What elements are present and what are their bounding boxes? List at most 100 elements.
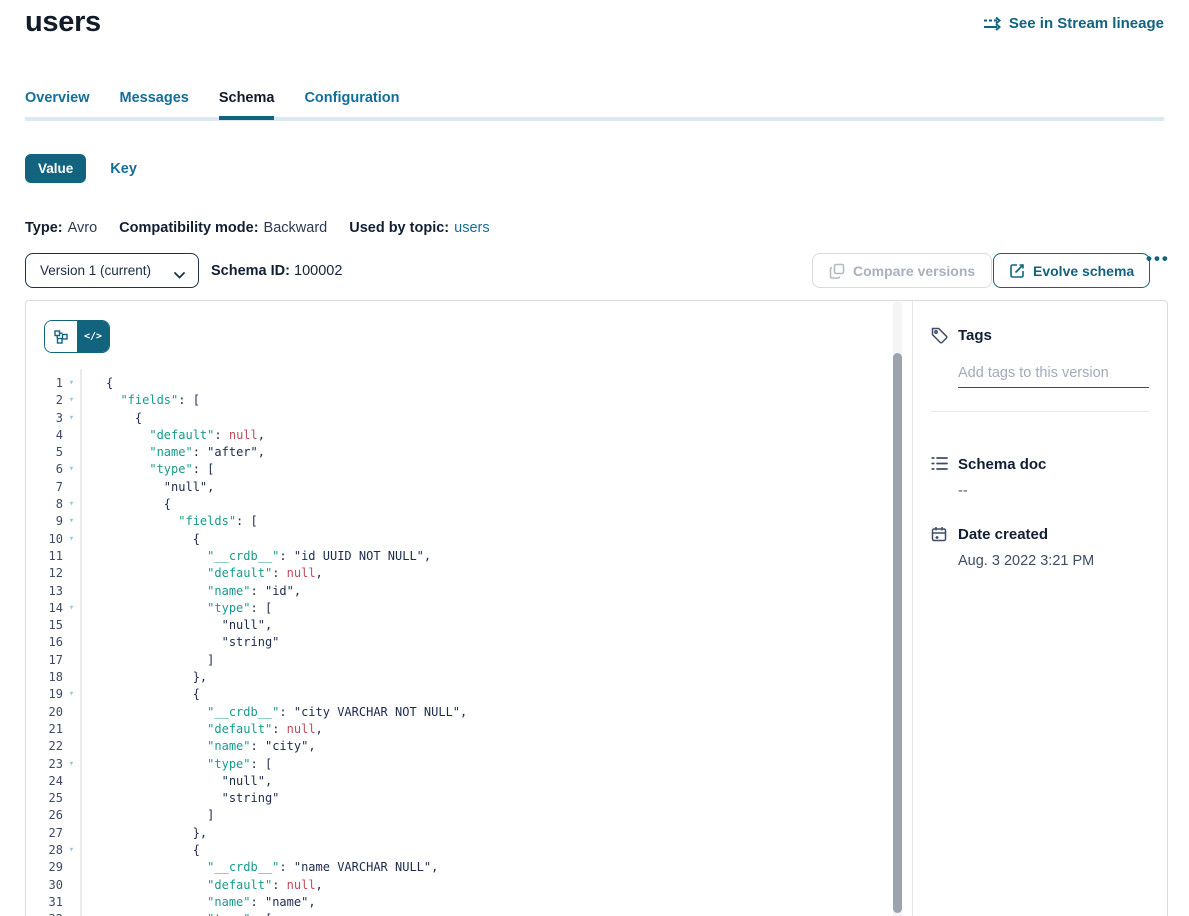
line-number: 31 [26, 894, 63, 911]
version-select[interactable]: Version 1 (current) [25, 253, 199, 288]
fold-spacer [63, 548, 80, 565]
code-text: { [80, 531, 200, 548]
editor-view-toggle: </> [44, 320, 110, 353]
more-actions-button[interactable]: ••• [1146, 249, 1170, 269]
type-value: Avro [68, 220, 98, 236]
fold-arrow-icon[interactable]: ▾ [63, 496, 80, 513]
code-line: 18 }, [26, 669, 912, 686]
fold-arrow-icon[interactable]: ▾ [63, 686, 80, 703]
chevron-down-icon [174, 267, 185, 274]
fold-spacer [63, 859, 80, 876]
code-text: ] [80, 807, 214, 824]
fold-spacer [63, 825, 80, 842]
code-text: "fields": [ [80, 392, 200, 409]
stream-lineage-icon [983, 16, 1002, 31]
code-line: 16 "string" [26, 634, 912, 651]
code-line: 15 "null", [26, 617, 912, 634]
line-number: 29 [26, 859, 63, 876]
code-text: "type": [ [80, 461, 214, 478]
code-text: "null", [80, 479, 214, 496]
tags-section-header: Tags [931, 327, 1149, 344]
gutter-separator [80, 369, 82, 916]
tab-schema[interactable]: Schema [219, 90, 275, 120]
fold-arrow-icon[interactable]: ▾ [63, 600, 80, 617]
key-tab-button[interactable]: Key [110, 161, 137, 177]
fold-spacer [63, 721, 80, 738]
fold-spacer [63, 669, 80, 686]
line-number: 11 [26, 548, 63, 565]
tab-configuration[interactable]: Configuration [304, 90, 399, 120]
tree-view-button[interactable] [45, 321, 77, 352]
line-number: 23 [26, 756, 63, 773]
schema-doc-value: -- [958, 483, 1149, 499]
line-number: 17 [26, 652, 63, 669]
fold-arrow-icon[interactable]: ▾ [63, 531, 80, 548]
code-line: 4 "default": null, [26, 427, 912, 444]
code-line: 11 "__crdb__": "id UUID NOT NULL", [26, 548, 912, 565]
scrollbar-thumb[interactable] [893, 353, 902, 913]
line-number: 3 [26, 410, 63, 427]
evolve-schema-button[interactable]: Evolve schema [993, 253, 1150, 288]
schema-meta-row: Type: Avro Compatibility mode: Backward … [25, 220, 490, 236]
compare-versions-button[interactable]: Compare versions [812, 253, 992, 288]
fold-spacer [63, 427, 80, 444]
schema-id-value: 100002 [294, 263, 342, 279]
stream-lineage-link[interactable]: See in Stream lineage [983, 15, 1164, 32]
line-number: 24 [26, 773, 63, 790]
line-number: 6 [26, 461, 63, 478]
fold-spacer [63, 565, 80, 582]
schema-sidebar: Tags Schema doc -- [912, 301, 1167, 916]
line-number: 13 [26, 583, 63, 600]
schema-id: Schema ID: 100002 [211, 263, 342, 279]
code-line: 32▾ "type": [ [26, 911, 912, 916]
fold-arrow-icon[interactable]: ▾ [63, 375, 80, 392]
line-number: 8 [26, 496, 63, 513]
code-text: "default": null, [80, 721, 323, 738]
used-by-topic-label: Used by topic: [349, 220, 449, 236]
line-number: 7 [26, 479, 63, 496]
code-line: 1▾{ [26, 375, 912, 392]
fold-arrow-icon[interactable]: ▾ [63, 842, 80, 859]
fold-spacer [63, 583, 80, 600]
code-line: 23▾ "type": [ [26, 756, 912, 773]
code-line: 19▾ { [26, 686, 912, 703]
topic-link[interactable]: users [454, 220, 489, 236]
tab-bar: Overview Messages Schema Configuration [25, 90, 400, 120]
code-text: "__crdb__": "name VARCHAR NULL", [80, 859, 438, 876]
fold-spacer [63, 444, 80, 461]
fold-arrow-icon[interactable]: ▾ [63, 513, 80, 530]
code-text: "type": [ [80, 911, 272, 916]
line-number: 21 [26, 721, 63, 738]
fold-arrow-icon[interactable]: ▾ [63, 392, 80, 409]
add-tags-input[interactable] [958, 365, 1149, 388]
code-text: "name": "after", [80, 444, 265, 461]
value-tab-button[interactable]: Value [25, 154, 86, 183]
tab-overview[interactable]: Overview [25, 90, 90, 120]
fold-spacer [63, 704, 80, 721]
compare-versions-icon [829, 263, 845, 279]
line-number: 32 [26, 911, 63, 916]
code-text: { [80, 410, 142, 427]
code-view-button[interactable]: </> [77, 321, 109, 352]
code-text: "string" [80, 790, 279, 807]
fold-arrow-icon[interactable]: ▾ [63, 911, 80, 916]
stream-lineage-label: See in Stream lineage [1009, 15, 1164, 32]
fold-spacer [63, 807, 80, 824]
fold-arrow-icon[interactable]: ▾ [63, 461, 80, 478]
date-created-value: Aug. 3 2022 3:21 PM [958, 553, 1149, 569]
code-line: 8▾ { [26, 496, 912, 513]
code-text: "name": "city", [80, 738, 316, 755]
code-line: 10▾ { [26, 531, 912, 548]
date-created-title: Date created [958, 526, 1048, 543]
line-number: 19 [26, 686, 63, 703]
tab-messages[interactable]: Messages [120, 90, 189, 120]
code-text: "name": "id", [80, 583, 301, 600]
code-line: 14▾ "type": [ [26, 600, 912, 617]
code-text: "default": null, [80, 565, 323, 582]
fold-arrow-icon[interactable]: ▾ [63, 756, 80, 773]
line-number: 12 [26, 565, 63, 582]
fold-arrow-icon[interactable]: ▾ [63, 410, 80, 427]
code-text: "null", [80, 773, 272, 790]
type-label: Type: [25, 220, 63, 236]
fold-spacer [63, 773, 80, 790]
